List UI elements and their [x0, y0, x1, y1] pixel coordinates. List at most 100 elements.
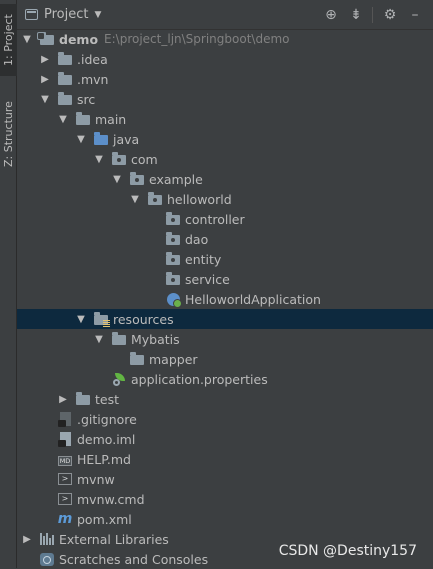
tree-row-dao[interactable]: dao: [17, 229, 433, 249]
tree-row-src[interactable]: ▼ src: [17, 89, 433, 109]
collapse-all-icon[interactable]: ⇟: [346, 5, 366, 25]
tree-label: dao: [185, 231, 209, 247]
tree-row-gitignore[interactable]: .gitignore: [17, 409, 433, 429]
locate-icon[interactable]: ⊕: [321, 5, 341, 25]
project-path: E:\project_ljn\Springboot\demo: [104, 32, 290, 46]
project-tool-tab-label: 1: Project: [2, 14, 15, 66]
tree-label: pom.xml: [77, 511, 132, 527]
tree-label: HelloworldApplication: [185, 291, 321, 307]
tree-label: main: [95, 111, 127, 127]
tree-label: .mvn: [77, 71, 109, 87]
folder-icon: [75, 112, 91, 126]
view-selector[interactable]: Project ▼: [25, 7, 101, 22]
tree-row-helloworld-application[interactable]: HelloworldApplication: [17, 289, 433, 309]
tree-row-mvnw-cmd[interactable]: > mvnw.cmd: [17, 489, 433, 509]
tree-row-mybatis[interactable]: ▼ Mybatis: [17, 329, 433, 349]
resources-folder-icon: [93, 312, 110, 327]
tool-window-strip: 1: Project Z: Structure: [0, 0, 17, 568]
collapse-arrow-icon[interactable]: ▶: [21, 534, 33, 545]
expand-arrow-icon[interactable]: ▼: [75, 314, 87, 325]
folder-icon: [57, 92, 73, 106]
expand-arrow-icon[interactable]: ▼: [21, 34, 33, 45]
expand-arrow-icon[interactable]: ▼: [129, 194, 141, 205]
tree-label: mapper: [149, 351, 198, 367]
tree-row-help-md[interactable]: MD HELP.md: [17, 449, 433, 469]
tree-row-test[interactable]: ▶ test: [17, 389, 433, 409]
shell-script-icon: >: [57, 472, 73, 486]
chevron-down-icon: ▼: [94, 9, 102, 20]
libraries-icon: [39, 532, 55, 546]
hide-icon[interactable]: –: [405, 5, 425, 25]
project-tool-tab[interactable]: 1: Project: [0, 4, 17, 76]
folder-icon: [57, 72, 73, 86]
expand-arrow-icon[interactable]: ▼: [57, 114, 69, 125]
tree-row-service[interactable]: service: [17, 269, 433, 289]
iml-file-icon: [57, 432, 73, 447]
view-selector-label: Project: [44, 7, 89, 22]
tree-row-application-properties[interactable]: application.properties: [17, 369, 433, 389]
collapse-arrow-icon[interactable]: ▶: [39, 74, 51, 85]
package-icon: [165, 252, 181, 266]
tree-label: entity: [185, 251, 222, 267]
maven-icon: m: [57, 511, 73, 527]
expand-arrow-icon[interactable]: ▼: [111, 174, 123, 185]
shell-script-icon: >: [57, 492, 73, 506]
markdown-file-icon: MD: [57, 456, 73, 466]
project-tree: ▼ demo E:\project_ljn\Springboot\demo ▶ …: [17, 29, 433, 569]
structure-tool-tab-label: Z: Structure: [2, 101, 15, 167]
tree-label: mvnw.cmd: [77, 491, 145, 507]
tree-label: controller: [185, 211, 245, 227]
package-icon: [111, 152, 127, 166]
expand-arrow-icon[interactable]: ▼: [75, 134, 87, 145]
tree-row-mvn[interactable]: ▶ .mvn: [17, 69, 433, 89]
tree-row-pom-xml[interactable]: m pom.xml: [17, 509, 433, 529]
tree-row-controller[interactable]: controller: [17, 209, 433, 229]
collapse-arrow-icon[interactable]: ▶: [57, 394, 69, 405]
tree-row-mapper[interactable]: mapper: [17, 349, 433, 369]
tree-label: External Libraries: [59, 531, 169, 547]
tree-row-mvnw[interactable]: > mvnw: [17, 469, 433, 489]
tree-row-idea[interactable]: ▶ .idea: [17, 49, 433, 69]
folder-icon: [111, 332, 127, 346]
folder-icon: [129, 352, 145, 366]
gitignore-file-icon: [57, 412, 73, 427]
tree-row-entity[interactable]: entity: [17, 249, 433, 269]
collapse-arrow-icon[interactable]: ▶: [39, 54, 51, 65]
project-header: Project ▼ ⊕ ⇟ ⚙ –: [17, 0, 433, 30]
module-folder-icon: [37, 32, 55, 46]
tree-row-helloworld[interactable]: ▼ helloworld: [17, 189, 433, 209]
tree-label: resources: [113, 311, 174, 327]
tree-label: .idea: [77, 51, 108, 67]
tree-row-main[interactable]: ▼ main: [17, 109, 433, 129]
tree-label: src: [77, 91, 96, 107]
source-folder-icon: [93, 132, 109, 146]
tree-label: HELP.md: [77, 451, 131, 467]
package-icon: [165, 272, 181, 286]
expand-arrow-icon[interactable]: ▼: [93, 334, 105, 345]
tree-label: application.properties: [131, 371, 268, 387]
header-actions: ⊕ ⇟ ⚙ –: [316, 0, 425, 30]
package-icon: [165, 212, 181, 226]
tree-row-resources[interactable]: ▼ resources: [17, 309, 433, 329]
expand-arrow-icon[interactable]: ▼: [39, 94, 51, 105]
tree-row-java[interactable]: ▼ java: [17, 129, 433, 149]
folder-icon: [57, 52, 73, 66]
tree-label: java: [113, 131, 140, 147]
expand-arrow-icon[interactable]: ▼: [93, 154, 105, 165]
tree-label: helloworld: [167, 191, 232, 207]
tree-label: Scratches and Consoles: [59, 551, 209, 567]
gear-icon[interactable]: ⚙: [380, 5, 400, 25]
tree-label: example: [149, 171, 203, 187]
tree-row-example[interactable]: ▼ example: [17, 169, 433, 189]
package-icon: [129, 172, 145, 186]
tree-row-demo[interactable]: ▼ demo E:\project_ljn\Springboot\demo: [17, 29, 433, 49]
tree-label: service: [185, 271, 230, 287]
structure-tool-tab[interactable]: Z: Structure: [0, 92, 17, 176]
tree-label: mvnw: [77, 471, 115, 487]
scratches-icon: [39, 552, 55, 566]
project-window-icon: [25, 9, 38, 20]
tree-row-com[interactable]: ▼ com: [17, 149, 433, 169]
tree-row-demo-iml[interactable]: demo.iml: [17, 429, 433, 449]
tree-label: demo: [59, 31, 99, 47]
tree-label: .gitignore: [77, 411, 137, 427]
